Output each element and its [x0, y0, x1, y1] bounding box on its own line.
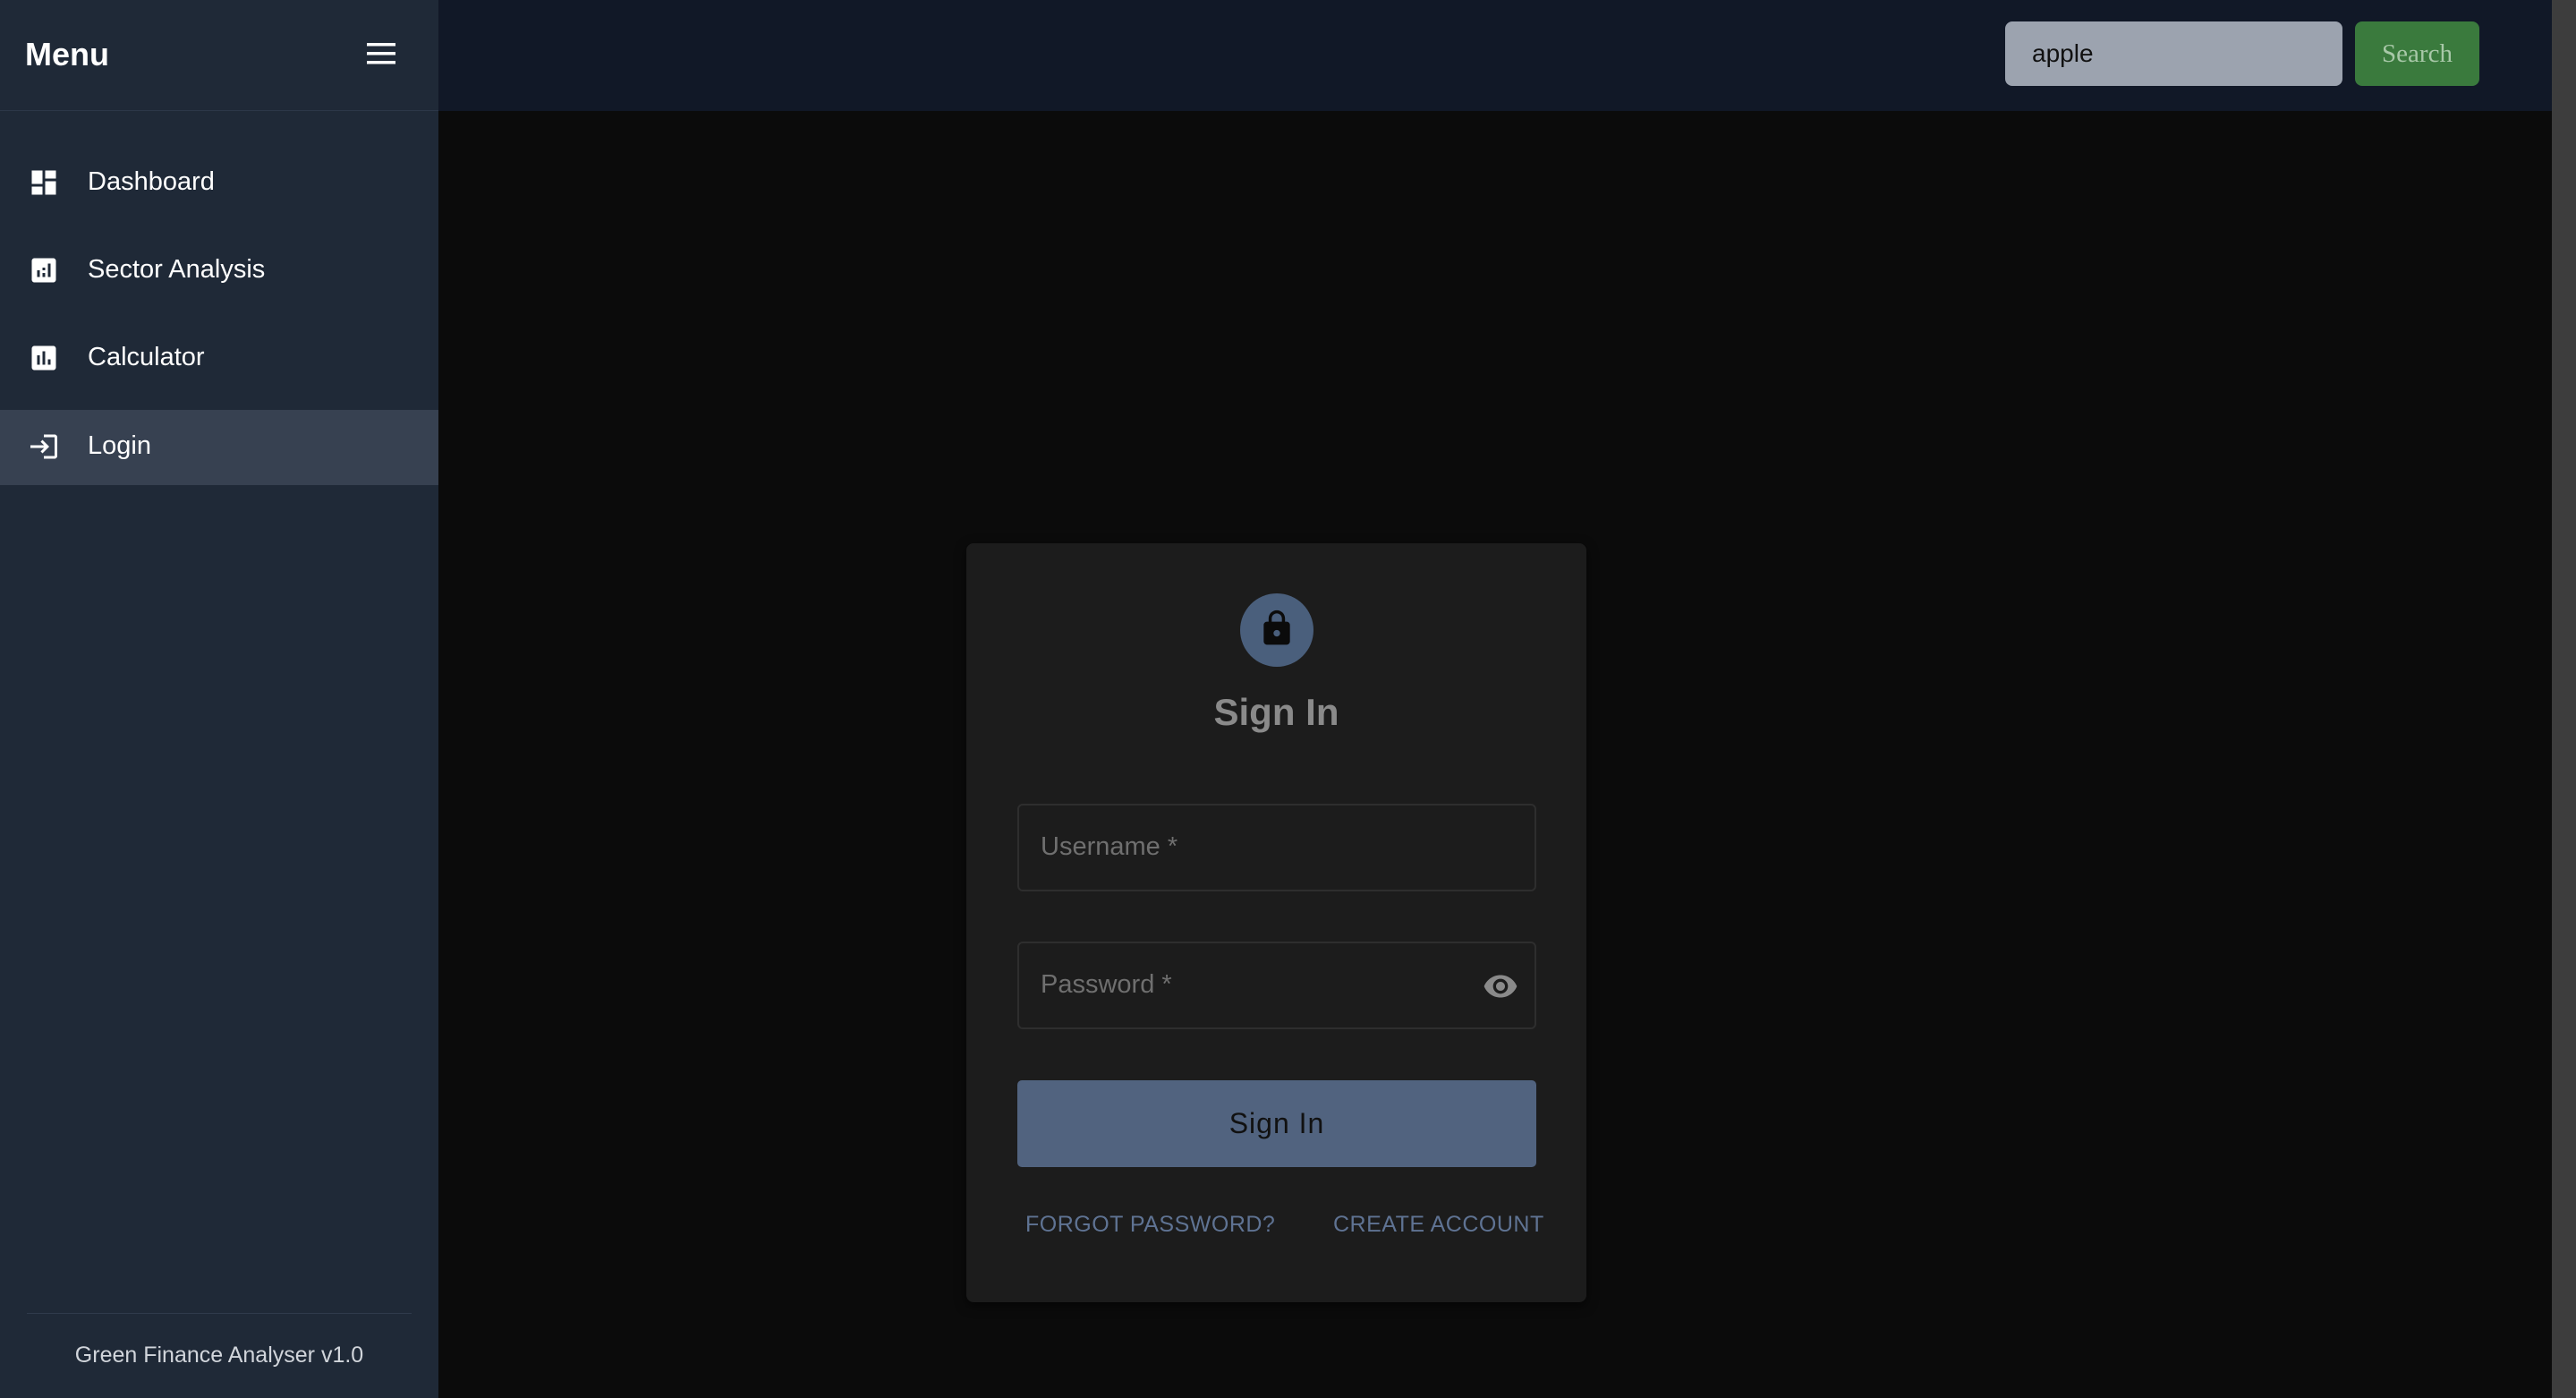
create-account-link[interactable]: CREATE ACCOUNT — [1333, 1212, 1544, 1238]
login-icon — [27, 430, 61, 464]
page-scrollbar[interactable] — [2552, 0, 2576, 1398]
forgot-password-link[interactable]: FORGOT PASSWORD? — [1025, 1212, 1275, 1238]
sidebar-item-label: Calculator — [88, 343, 205, 371]
search-button[interactable]: Search — [2355, 21, 2479, 86]
visibility-eye-icon[interactable] — [1481, 970, 1520, 1002]
lock-icon — [1257, 609, 1297, 652]
sidebar-item-label: Sector Analysis — [88, 255, 266, 284]
login-card: Sign In Username * Password * Sign In FO… — [966, 543, 1586, 1302]
sidebar-item-login[interactable]: Login — [0, 410, 438, 485]
drawer-divider — [27, 1313, 412, 1314]
hamburger-menu-icon[interactable] — [360, 36, 403, 72]
search-input[interactable] — [2005, 21, 2342, 86]
drawer-header: Menu — [0, 0, 438, 111]
sidebar-item-calculator[interactable]: Calculator — [0, 321, 438, 396]
side-drawer: Menu Dashboard Sector Analysis Calculato… — [0, 0, 438, 1398]
sign-in-heading: Sign In — [1213, 691, 1339, 733]
drawer-footer-version: Green Finance Analyser v1.0 — [74, 1343, 364, 1368]
lock-avatar — [1240, 593, 1314, 667]
sign-in-button[interactable]: Sign In — [1017, 1080, 1536, 1167]
username-field[interactable]: Username * — [1017, 804, 1536, 891]
sidebar-item-label: Dashboard — [88, 167, 215, 196]
bar-chart-icon — [27, 341, 61, 375]
password-label: Password * — [1041, 970, 1172, 999]
username-label: Username * — [1041, 832, 1178, 861]
bar-chart-icon — [27, 253, 61, 287]
sidebar-item-label: Login — [88, 431, 151, 460]
dashboard-icon — [27, 166, 61, 200]
drawer-title: Menu — [25, 36, 109, 72]
sidebar-item-sector-analysis[interactable]: Sector Analysis — [0, 234, 438, 309]
sidebar-item-dashboard[interactable]: Dashboard — [0, 146, 438, 221]
password-field[interactable]: Password * — [1017, 942, 1536, 1029]
